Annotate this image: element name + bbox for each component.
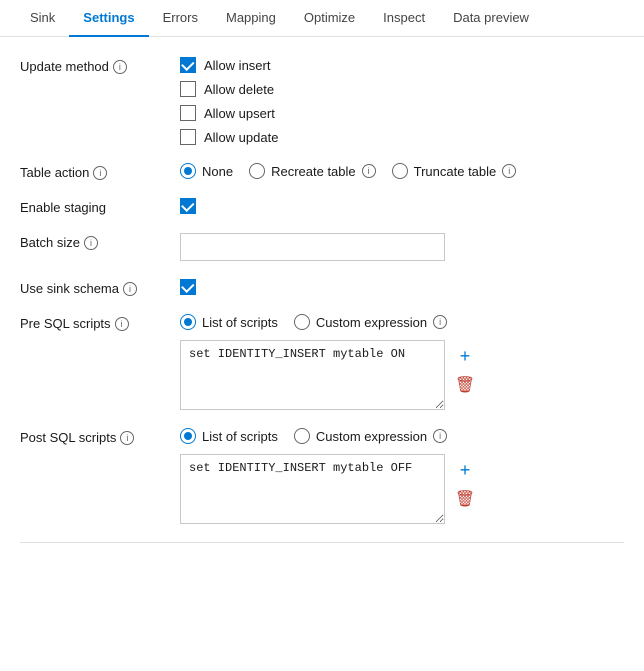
table-action-recreate-radio[interactable] (249, 163, 265, 179)
pre-sql-add-button[interactable]: + (453, 344, 477, 368)
bottom-divider (20, 542, 624, 543)
pre-sql-textarea[interactable] (180, 340, 445, 410)
table-action-info-icon[interactable]: i (93, 166, 107, 180)
batch-size-content (180, 233, 624, 261)
post-sql-info-icon[interactable]: i (120, 431, 134, 445)
pre-sql-script-section: List of scripts Custom expression i + 🗑 (180, 314, 624, 410)
post-sql-scripts-label: Post SQL scripts i (20, 428, 180, 445)
pre-sql-expression-info-icon[interactable]: i (433, 315, 447, 329)
tab-optimize[interactable]: Optimize (290, 0, 369, 37)
use-sink-schema-checkbox-box[interactable] (180, 279, 196, 295)
tab-inspect[interactable]: Inspect (369, 0, 439, 37)
pre-sql-scripts-label: Pre SQL scripts i (20, 314, 180, 331)
post-sql-add-button[interactable]: + (453, 458, 477, 482)
post-sql-editor-row: + 🗑 (180, 454, 624, 524)
tab-bar: Sink Settings Errors Mapping Optimize In… (0, 0, 644, 37)
enable-staging-checkbox-box[interactable] (180, 198, 196, 214)
batch-size-info-icon[interactable]: i (84, 236, 98, 250)
recreate-table-info-icon[interactable]: i (362, 164, 376, 178)
table-action-truncate[interactable]: Truncate table i (392, 163, 517, 179)
batch-size-input[interactable] (180, 233, 445, 261)
enable-staging-checkbox[interactable] (180, 198, 624, 214)
table-action-row: Table action i None Recreate table i Tru… (20, 163, 624, 180)
allow-delete-checkbox[interactable]: Allow delete (180, 81, 624, 97)
table-action-label: Table action i (20, 163, 180, 180)
tab-data-preview[interactable]: Data preview (439, 0, 543, 37)
use-sink-schema-content (180, 279, 624, 295)
enable-staging-label: Enable staging (20, 198, 180, 215)
post-sql-scripts-content: List of scripts Custom expression i + 🗑 (180, 428, 624, 524)
settings-content: Update method i Allow insert Allow delet… (0, 37, 644, 571)
use-sink-schema-row: Use sink schema i (20, 279, 624, 296)
pre-sql-delete-button[interactable]: 🗑 (453, 374, 477, 398)
tab-sink[interactable]: Sink (16, 0, 69, 37)
use-sink-schema-checkbox[interactable] (180, 279, 624, 295)
table-action-recreate[interactable]: Recreate table i (249, 163, 376, 179)
post-sql-list-radio[interactable]: List of scripts (180, 428, 278, 444)
post-sql-script-section: List of scripts Custom expression i + 🗑 (180, 428, 624, 524)
use-sink-schema-info-icon[interactable]: i (123, 282, 137, 296)
enable-staging-row: Enable staging (20, 198, 624, 215)
truncate-table-info-icon[interactable]: i (502, 164, 516, 178)
table-action-radio-group: None Recreate table i Truncate table i (180, 163, 624, 179)
allow-upsert-checkbox-box[interactable] (180, 105, 196, 121)
pre-sql-expression-radio-circle[interactable] (294, 314, 310, 330)
table-action-none[interactable]: None (180, 163, 233, 179)
pre-sql-editor-row: + 🗑 (180, 340, 624, 410)
allow-update-label: Allow update (204, 130, 278, 145)
update-method-label: Update method i (20, 57, 180, 74)
enable-staging-content (180, 198, 624, 214)
pre-sql-list-radio[interactable]: List of scripts (180, 314, 278, 330)
tab-settings[interactable]: Settings (69, 0, 148, 37)
post-sql-expression-radio-circle[interactable] (294, 428, 310, 444)
pre-sql-scripts-row: Pre SQL scripts i List of scripts Custom… (20, 314, 624, 410)
update-method-row: Update method i Allow insert Allow delet… (20, 57, 624, 145)
table-action-none-radio[interactable] (180, 163, 196, 179)
tab-errors[interactable]: Errors (149, 0, 212, 37)
allow-insert-checkbox[interactable]: Allow insert (180, 57, 624, 73)
pre-sql-scripts-content: List of scripts Custom expression i + 🗑 (180, 314, 624, 410)
update-method-info-icon[interactable]: i (113, 60, 127, 74)
post-sql-radio-group: List of scripts Custom expression i (180, 428, 624, 444)
allow-update-checkbox[interactable]: Allow update (180, 129, 624, 145)
post-sql-delete-button[interactable]: 🗑 (453, 488, 477, 512)
post-sql-list-radio-circle[interactable] (180, 428, 196, 444)
post-sql-scripts-row: Post SQL scripts i List of scripts Custo… (20, 428, 624, 524)
table-action-options: None Recreate table i Truncate table i (180, 163, 624, 179)
use-sink-schema-label: Use sink schema i (20, 279, 180, 296)
post-sql-actions: + 🗑 (453, 454, 477, 512)
post-sql-expression-info-icon[interactable]: i (433, 429, 447, 443)
post-sql-textarea[interactable] (180, 454, 445, 524)
allow-insert-label: Allow insert (204, 58, 270, 73)
allow-update-checkbox-box[interactable] (180, 129, 196, 145)
allow-insert-checkbox-box[interactable] (180, 57, 196, 73)
allow-upsert-checkbox[interactable]: Allow upsert (180, 105, 624, 121)
allow-upsert-label: Allow upsert (204, 106, 275, 121)
pre-sql-actions: + 🗑 (453, 340, 477, 398)
update-method-options: Allow insert Allow delete Allow upsert A… (180, 57, 624, 145)
allow-delete-checkbox-box[interactable] (180, 81, 196, 97)
pre-sql-expression-radio[interactable]: Custom expression i (294, 314, 447, 330)
post-sql-expression-radio[interactable]: Custom expression i (294, 428, 447, 444)
pre-sql-radio-group: List of scripts Custom expression i (180, 314, 624, 330)
pre-sql-info-icon[interactable]: i (115, 317, 129, 331)
batch-size-label: Batch size i (20, 233, 180, 250)
batch-size-row: Batch size i (20, 233, 624, 261)
pre-sql-list-radio-circle[interactable] (180, 314, 196, 330)
table-action-truncate-radio[interactable] (392, 163, 408, 179)
tab-mapping[interactable]: Mapping (212, 0, 290, 37)
allow-delete-label: Allow delete (204, 82, 274, 97)
